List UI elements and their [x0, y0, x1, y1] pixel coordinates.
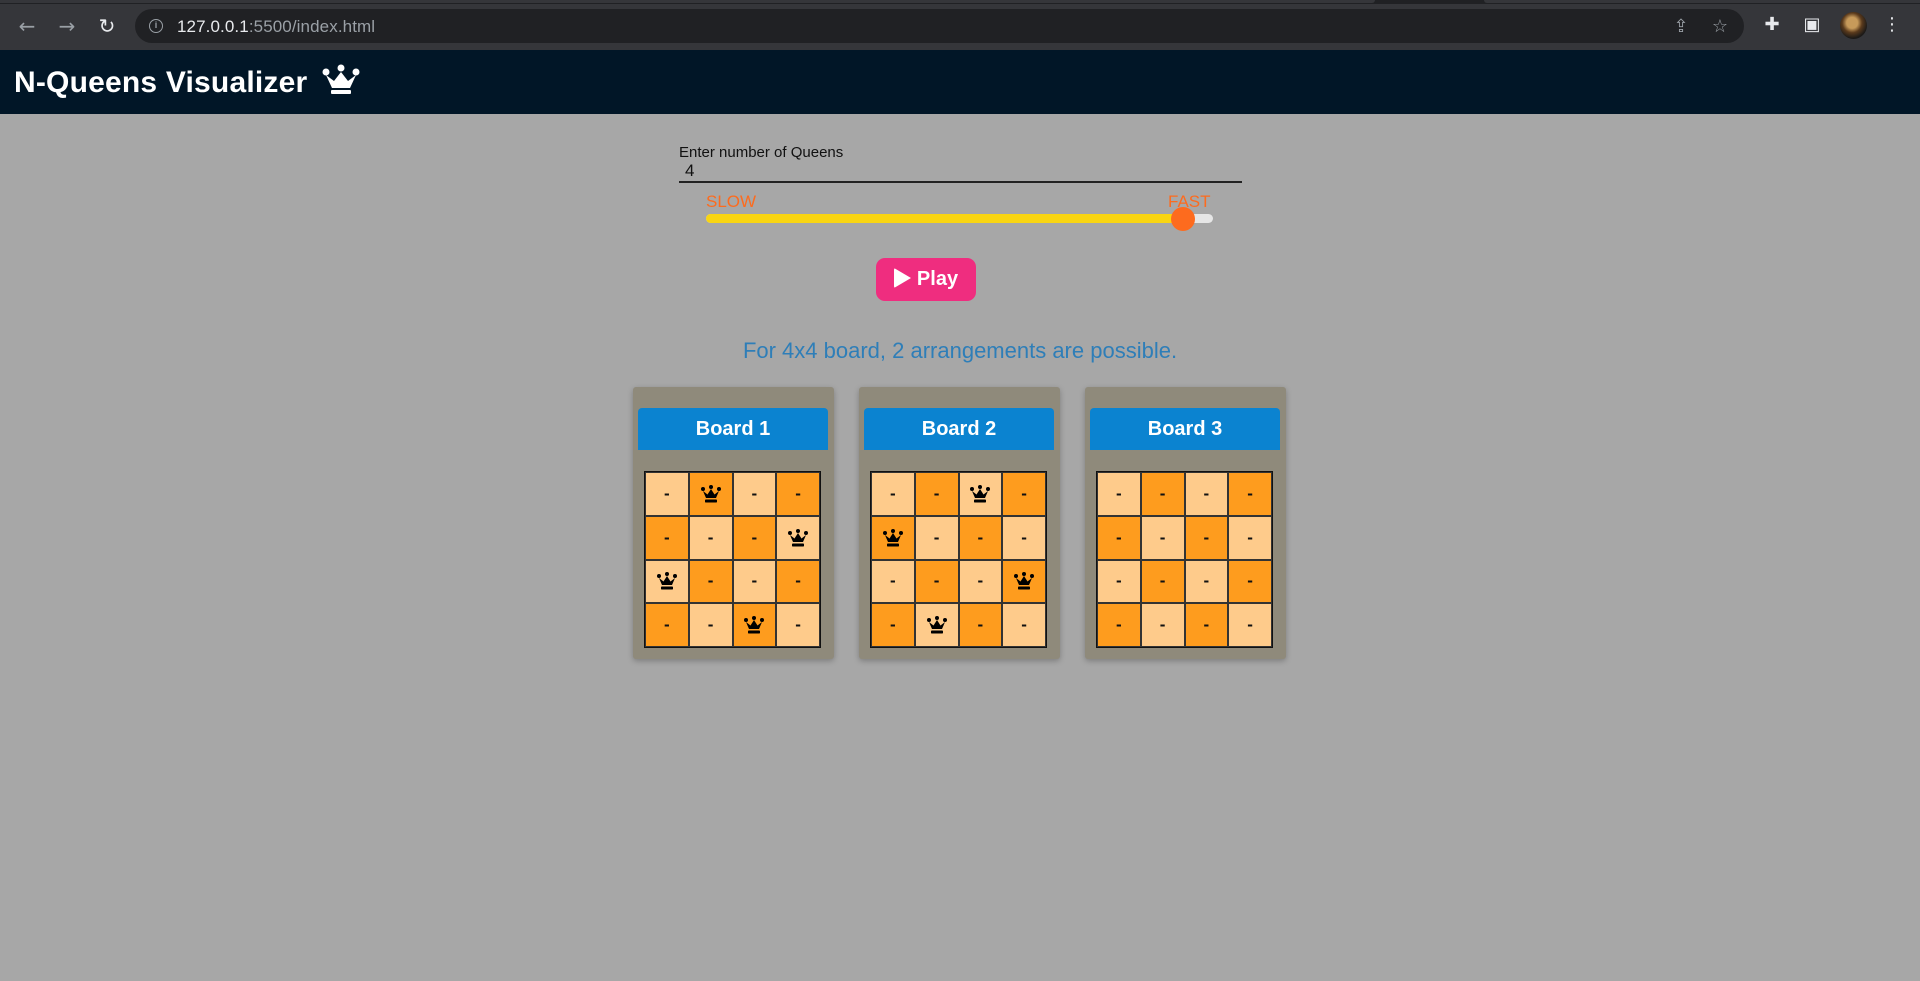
queens-input-group: Enter number of Queens 4 [679, 144, 1242, 183]
side-panel-icon[interactable]: ▣ [1800, 13, 1824, 37]
board-title: Board 2 [864, 408, 1054, 450]
bookmark-star-icon[interactable]: ☆ [1710, 17, 1730, 37]
board-cell-queen [914, 603, 959, 647]
board-cell: - [1097, 472, 1141, 516]
queens-input-label: Enter number of Queens [679, 144, 844, 161]
board-cell: - [732, 559, 777, 604]
board-cell: - [958, 515, 1003, 560]
board-1: Board 1 ------------ [633, 387, 834, 659]
forward-arrow-icon[interactable]: → [54, 13, 80, 39]
tab-strip [0, 0, 1920, 4]
board-cell-queen [688, 472, 733, 516]
reload-icon[interactable]: ↻ [94, 13, 120, 39]
profile-avatar[interactable] [1840, 12, 1867, 39]
queens-input[interactable]: 4 [679, 161, 1242, 183]
board-cell: - [871, 603, 915, 647]
play-icon [893, 268, 911, 288]
board-cell: - [1228, 559, 1272, 604]
board-cell: - [1184, 515, 1229, 560]
site-info-icon[interactable]: i [149, 19, 163, 33]
board-cell: - [871, 472, 915, 516]
address-bar[interactable]: i 127.0.0.1:5500/index.html ⇪ ☆ [135, 9, 1744, 43]
crown-icon [656, 572, 677, 590]
board-cell: - [1002, 515, 1046, 560]
board-cell: - [958, 603, 1003, 647]
extensions-puzzle-icon[interactable]: ✚ [1760, 13, 1784, 37]
board-cell: - [732, 472, 777, 516]
board-title: Board 1 [638, 408, 828, 450]
board-cell: - [776, 559, 820, 604]
browser-toolbar: ← → ↻ i 127.0.0.1:5500/index.html ⇪ ☆ ✚ … [0, 0, 1920, 50]
chess-grid: ---------------- [1096, 471, 1273, 648]
board-cell-queen [776, 515, 820, 560]
board-cell: - [1228, 472, 1272, 516]
board-2: Board 2 ------------ [859, 387, 1060, 659]
chess-grid: ------------ [870, 471, 1047, 648]
board-cell: - [1228, 515, 1272, 560]
board-cell: - [1140, 603, 1185, 647]
board-cell: - [1140, 472, 1185, 516]
board-cell: - [645, 515, 689, 560]
board-cell: - [1097, 515, 1141, 560]
board-cell: - [1097, 603, 1141, 647]
play-button[interactable]: Play [876, 258, 976, 301]
menu-kebab-icon[interactable]: ⋮ [1880, 13, 1904, 37]
crown-icon [882, 528, 903, 547]
board-cell: - [688, 559, 733, 604]
board-cell: - [914, 472, 959, 516]
board-cell: - [645, 472, 689, 516]
board-cell: - [914, 515, 959, 560]
speed-slow-label: SLOW [706, 192, 757, 211]
speed-slider[interactable] [706, 207, 1213, 231]
board-cell: - [776, 603, 820, 647]
share-icon[interactable]: ⇪ [1671, 17, 1691, 37]
board-cell-queen [958, 472, 1003, 516]
board-cell: - [1002, 603, 1046, 647]
crown-icon [1014, 572, 1035, 590]
chess-grid: ------------ [644, 471, 821, 648]
board-cell: - [688, 603, 733, 647]
board-cell: - [1184, 559, 1229, 604]
result-message: For 4x4 board, 2 arrangements are possib… [742, 338, 1178, 363]
board-cell: - [958, 559, 1003, 604]
board-cell-queen [645, 559, 689, 604]
speed-slider-thumb[interactable] [1170, 207, 1195, 231]
board-cell: - [871, 559, 915, 604]
board-cell: - [776, 472, 820, 516]
board-cell: - [645, 603, 689, 647]
board-cell: - [1184, 472, 1229, 516]
board-3: Board 3 ---------------- [1085, 387, 1286, 659]
speed-slider-fill [706, 214, 1183, 223]
board-cell: - [1228, 603, 1272, 647]
crown-icon [970, 484, 991, 503]
board-cell: - [914, 559, 959, 604]
crown-icon [788, 528, 809, 547]
board-cell-queen [871, 515, 915, 560]
board-title: Board 3 [1090, 408, 1280, 450]
app-header: N-Queens Visualizer [0, 50, 1920, 114]
crown-icon [744, 616, 765, 634]
page-title: N-Queens Visualizer [14, 64, 360, 100]
board-cell: - [732, 515, 777, 560]
board-cell-queen [732, 603, 777, 647]
board-cell-queen [1002, 559, 1046, 604]
board-cell: - [1097, 559, 1141, 604]
url-text[interactable]: 127.0.0.1:5500/index.html [177, 17, 375, 37]
board-cell: - [1002, 472, 1046, 516]
board-cell: - [688, 515, 733, 560]
crown-icon [700, 484, 721, 503]
board-cell: - [1184, 603, 1229, 647]
board-cell: - [1140, 515, 1185, 560]
back-arrow-icon[interactable]: ← [14, 13, 40, 39]
crown-icon [322, 64, 360, 94]
board-cell: - [1140, 559, 1185, 604]
crown-icon [926, 616, 947, 634]
